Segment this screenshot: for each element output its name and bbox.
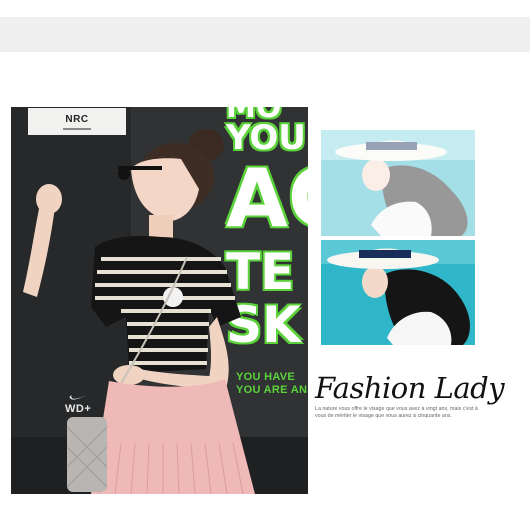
caption-body: La nature vous offre le visage que vous …: [315, 406, 478, 419]
header-band: [0, 17, 530, 52]
caption-title: Fashion Lady: [315, 371, 505, 405]
woman-figure: [23, 129, 255, 494]
beach-scene: [321, 240, 475, 345]
beach-photo: [321, 240, 475, 345]
main-photo: NRC MO YOU AC TE SK YOU HAVE YOU ARE AN …: [11, 107, 308, 494]
beach-photo-faded: [321, 130, 475, 236]
fashion-caption: Fashion Lady La nature vous offre le vis…: [315, 372, 515, 420]
fade-overlay: [321, 130, 475, 236]
